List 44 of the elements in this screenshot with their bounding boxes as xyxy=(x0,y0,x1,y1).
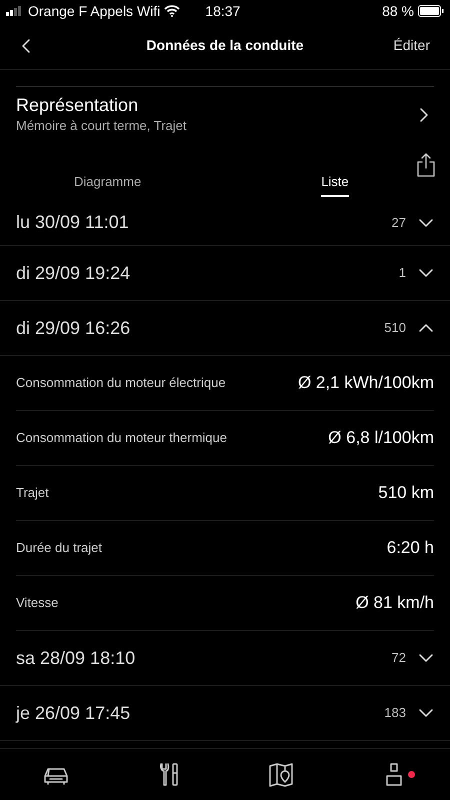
trip-distance: 1 xyxy=(398,264,406,282)
page-title: Données de la conduite xyxy=(146,36,304,55)
trip-distance: 510 xyxy=(384,319,406,338)
trip-date: je 26/09 17:45 xyxy=(16,702,130,725)
detail-label: Vitesse xyxy=(16,594,58,612)
detail-label: Consommation du moteur thermique xyxy=(16,429,227,448)
view-tab[interactable]: Liste xyxy=(321,172,349,197)
detail-label: Trajet xyxy=(16,484,49,502)
carrier-text: Orange F Appels Wifi xyxy=(28,2,160,21)
battery-icon xyxy=(418,5,444,17)
representation-title: Représentation xyxy=(16,94,140,116)
trip-distance: 183 xyxy=(384,704,406,722)
share-button[interactable] xyxy=(416,152,436,178)
trip-distance: 27 xyxy=(392,214,406,232)
status-time: 18:37 xyxy=(205,2,240,20)
trip-date: sa 28/09 18:10 xyxy=(16,646,136,670)
share-icon xyxy=(416,152,436,178)
trip-row[interactable]: di 29/09 16:26 510 xyxy=(0,301,450,356)
back-icon xyxy=(20,38,32,54)
view-tab[interactable]: Diagramme xyxy=(74,172,142,197)
detail-value: Ø 2,1 kWh/100km xyxy=(298,372,434,394)
trip-distance: 72 xyxy=(392,649,406,668)
battery-text: 88 % xyxy=(382,2,414,20)
representation-row[interactable]: Représentation Mémoire à court terme, Trajet xyxy=(16,86,434,142)
trip-row[interactable]: sa 28/09 18:10 72 xyxy=(0,631,450,686)
back-button[interactable] xyxy=(20,38,32,54)
trip-date: lu 30/09 11:01 xyxy=(16,211,129,234)
detail-value: Ø 6,8 l/100km xyxy=(328,427,434,450)
trip-date: di 29/09 16:26 xyxy=(16,316,130,340)
edit-button[interactable]: Éditer xyxy=(393,35,430,56)
chevron-right-icon xyxy=(418,106,430,122)
trip-row[interactable]: lu 30/09 11:01 27 xyxy=(0,200,450,246)
wifi-icon xyxy=(164,5,180,17)
detail-value: 6:20 h xyxy=(386,537,434,560)
signal-icon xyxy=(6,6,24,16)
trip-row[interactable]: di 29/09 19:24 1 xyxy=(0,246,450,301)
trip-date: di 29/09 19:24 xyxy=(16,262,130,284)
trip-row[interactable]: je 26/09 17:45 183 xyxy=(0,686,450,741)
representation-subtitle: Mémoire à court terme, Trajet xyxy=(16,116,186,135)
map-icon xyxy=(267,760,296,788)
detail-label: Consommation du moteur électrique xyxy=(16,374,226,392)
detail-value: Ø 81 km/h xyxy=(356,592,434,614)
detail-value: 510 km xyxy=(378,482,434,504)
detail-label: Durée du trajet xyxy=(16,539,102,558)
